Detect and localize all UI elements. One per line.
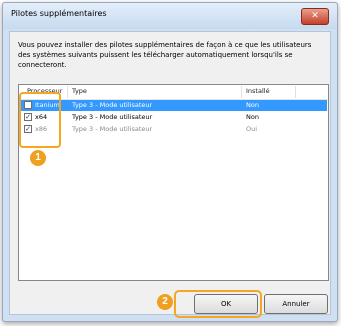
callout-badge-2: 2 [157, 294, 173, 310]
close-icon: ✕ [311, 11, 319, 21]
column-header-type[interactable]: Type [72, 87, 87, 95]
list-item-x86[interactable]: ✓ x86 Type 3 - Mode utilisateur Oui [20, 124, 327, 135]
type-label: Type 3 - Mode utilisateur [72, 125, 153, 133]
installed-label: Non [246, 113, 259, 121]
dialog-body: Vous pouvez installer des pilotes supplé… [9, 31, 331, 315]
dialog-window: Pilotes supplémentaires ✕ Vous pouvez in… [2, 2, 338, 322]
title-bar: Pilotes supplémentaires ✕ [3, 3, 337, 29]
description-text: Vous pouvez installer des pilotes supplé… [18, 41, 312, 69]
callout-frame-checkboxes [19, 92, 61, 148]
driver-list[interactable]: Processeur Type Installé Itanium Type 3 … [18, 84, 329, 281]
type-label: Type 3 - Mode utilisateur [72, 101, 153, 109]
dialog-title: Pilotes supplémentaires [11, 9, 107, 18]
close-button[interactable]: ✕ [301, 8, 329, 25]
installed-label: Oui [246, 125, 258, 133]
type-label: Type 3 - Mode utilisateur [72, 113, 153, 121]
callout-frame-ok [174, 290, 262, 318]
column-header-installed[interactable]: Installé [246, 87, 270, 95]
installed-label: Non [246, 101, 259, 109]
callout-badge-1: 1 [30, 150, 46, 166]
cancel-button[interactable]: Annuler [264, 294, 328, 314]
list-header: Processeur Type Installé [19, 85, 328, 100]
list-item-x64[interactable]: ✓ x64 Type 3 - Mode utilisateur Non [20, 112, 327, 123]
list-item-itanium[interactable]: Itanium Type 3 - Mode utilisateur Non [20, 100, 327, 111]
